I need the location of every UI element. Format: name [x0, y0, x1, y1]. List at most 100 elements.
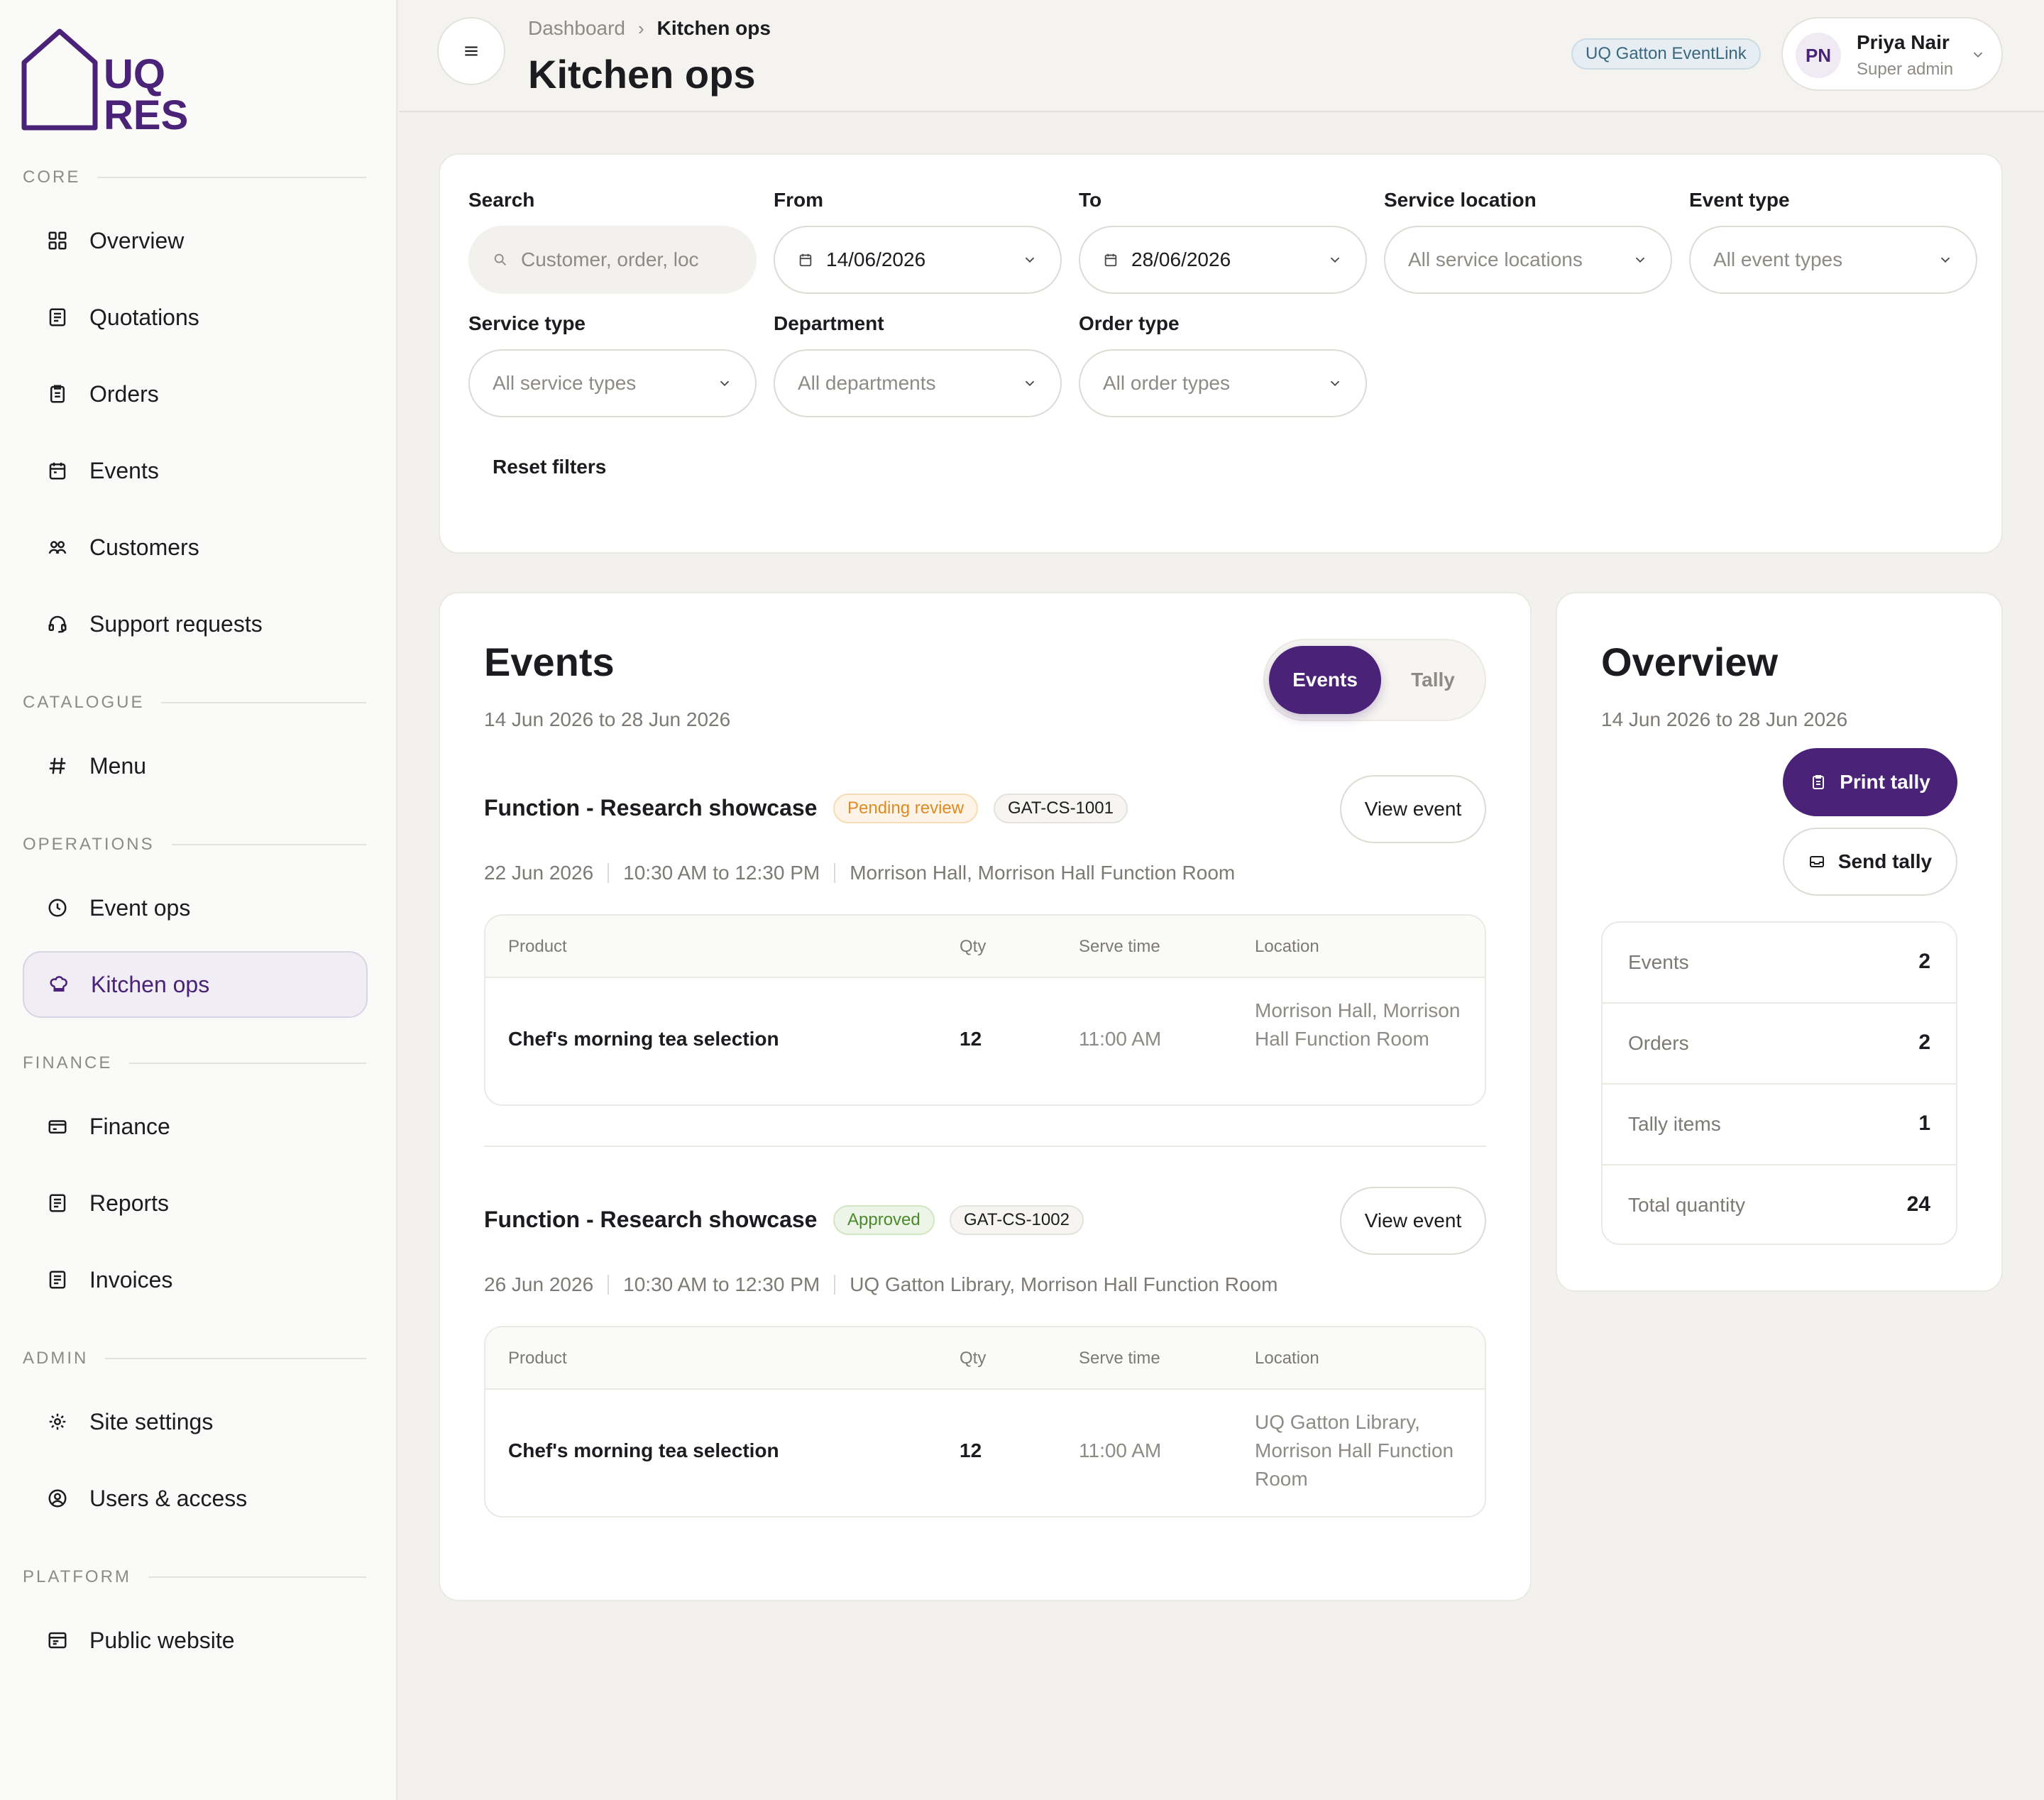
th-product: Product: [508, 1349, 567, 1368]
hamburger-icon: [465, 46, 478, 56]
overview-title: Overview: [1601, 640, 1779, 684]
event-date: 22 Jun 2026: [484, 862, 594, 884]
service-type-label: Service type: [468, 312, 586, 334]
page-title: Kitchen ops: [528, 52, 756, 97]
events-panel: Events 14 Jun 2026 to 28 Jun 2026 Events…: [439, 592, 1532, 1601]
grid-icon: [47, 230, 68, 251]
sidebar: UQ RES CORE Overview Quotations Orders E…: [0, 0, 397, 1800]
department-label: Department: [774, 312, 884, 334]
section-admin: ADMIN: [23, 1344, 366, 1373]
sidebar-item-customers[interactable]: Customers: [23, 514, 368, 581]
view-event-button[interactable]: View event: [1340, 1187, 1486, 1255]
chevron-right-icon: ›: [637, 17, 644, 39]
sidebar-item-menu[interactable]: Menu: [23, 732, 368, 799]
stat-value: 24: [1906, 1192, 1930, 1216]
user-menu[interactable]: PN Priya Nair Super admin: [1781, 17, 2003, 91]
search-icon: [494, 253, 506, 265]
sidebar-item-finance[interactable]: Finance: [23, 1093, 368, 1160]
sidebar-item-label: Orders: [89, 380, 159, 407]
event-items-table: Product Qty Serve time Location Chef's m…: [484, 1326, 1486, 1518]
top-header: Dashboard › Kitchen ops Kitchen ops UQ G…: [399, 0, 2044, 112]
sidebar-item-events[interactable]: Events: [23, 437, 368, 504]
from-date-picker[interactable]: 14/06/2026: [774, 226, 1062, 294]
tenant-badge: UQ Gatton EventLink: [1571, 38, 1761, 70]
user-role: Super admin: [1857, 60, 1954, 79]
cell-product: Chef's morning tea selection: [508, 1028, 779, 1050]
breadcrumb-dashboard[interactable]: Dashboard: [528, 17, 625, 40]
stat-value: 1: [1918, 1112, 1930, 1135]
event-venue: Morrison Hall, Morrison Hall Function Ro…: [850, 862, 1236, 884]
cell-location: UQ Gatton Library, Morrison Hall Functio…: [1255, 1411, 1454, 1490]
search-input[interactable]: Customer, order, loc: [468, 226, 757, 294]
inbox-icon: [1809, 856, 1824, 867]
print-tally-label: Print tally: [1840, 771, 1930, 793]
status-badge: Approved: [833, 1205, 935, 1235]
section-finance: FINANCE: [23, 1049, 366, 1077]
th-qty: Qty: [960, 1349, 987, 1368]
to-date-picker[interactable]: 28/06/2026: [1079, 226, 1367, 294]
calendar-icon: [47, 460, 68, 481]
app-frame: UQ RES CORE Overview Quotations Orders E…: [0, 0, 2044, 1800]
sidebar-item-reports[interactable]: Reports: [23, 1170, 368, 1236]
event-divider: [484, 1146, 1486, 1147]
sidebar-item-overview[interactable]: Overview: [23, 207, 368, 274]
sidebar-item-orders[interactable]: Orders: [23, 361, 368, 427]
department-select[interactable]: All departments: [774, 349, 1062, 417]
chevron-down-icon: [1330, 380, 1340, 387]
service-location-select[interactable]: All service locations: [1384, 226, 1672, 294]
stat-row: Total quantity 24: [1603, 1165, 1956, 1244]
view-toggle: Events Tally: [1263, 639, 1486, 721]
status-badge: Pending review: [833, 794, 979, 823]
to-value: 28/06/2026: [1131, 248, 1231, 270]
th-product: Product: [508, 937, 567, 956]
breadcrumb-current: Kitchen ops: [656, 17, 771, 39]
sidebar-item-label: Quotations: [89, 304, 199, 330]
from-label: From: [774, 189, 823, 211]
sidebar-item-label: Customers: [89, 534, 199, 560]
card-icon: [47, 1116, 68, 1137]
stat-row: Tally items 1: [1603, 1085, 1956, 1165]
sidebar-item-quotations[interactable]: Quotations: [23, 284, 368, 351]
section-label: PLATFORM: [23, 1567, 131, 1586]
chevron-down-icon: [720, 380, 730, 387]
event-title: Function - Research showcase: [484, 1207, 818, 1232]
sidebar-item-support-requests[interactable]: Support requests: [23, 591, 368, 657]
sidebar-item-label: Menu: [89, 752, 147, 779]
sidebar-item-users-access[interactable]: Users & access: [23, 1465, 368, 1532]
sidebar-item-event-ops[interactable]: Event ops: [23, 874, 368, 941]
order-type-select[interactable]: All order types: [1079, 349, 1367, 417]
event-type-label: Event type: [1689, 189, 1790, 211]
table-header: Product Qty Serve time Location: [485, 1327, 1485, 1390]
document-icon: [47, 307, 68, 328]
toggle-tally[interactable]: Tally: [1385, 646, 1480, 714]
calendar-icon: [1104, 253, 1117, 267]
service-type-value: All service types: [493, 372, 637, 394]
sidebar-item-site-settings[interactable]: Site settings: [23, 1388, 368, 1455]
event-code-badge: GAT-CS-1002: [950, 1205, 1084, 1235]
sidebar-item-kitchen-ops[interactable]: Kitchen ops: [23, 951, 368, 1018]
brand-logo[interactable]: UQ RES: [21, 28, 199, 135]
overview-stats: Events 2 Orders 2 Tally items 1 Total qu…: [1601, 921, 1957, 1245]
clipboard-icon: [47, 383, 68, 405]
event-type-select[interactable]: All event types: [1689, 226, 1977, 294]
sidebar-item-invoices[interactable]: Invoices: [23, 1246, 368, 1313]
send-tally-label: Send tally: [1837, 850, 1933, 872]
event-venue: UQ Gatton Library, Morrison Hall Functio…: [850, 1273, 1278, 1295]
print-tally-button[interactable]: Print tally: [1783, 748, 1957, 816]
event-meta: 26 Jun 2026 10:30 AM to 12:30 PM UQ Gatt…: [484, 1273, 1278, 1296]
section-label: CATALOGUE: [23, 693, 145, 712]
sidebar-item-public-website[interactable]: Public website: [23, 1607, 368, 1674]
chevron-down-icon: [1330, 257, 1340, 263]
service-type-select[interactable]: All service types: [468, 349, 757, 417]
reset-filters-button[interactable]: Reset filters: [493, 456, 606, 478]
cell-location: Morrison Hall, Morrison Hall Function Ro…: [1255, 999, 1461, 1050]
hash-icon: [47, 755, 68, 776]
events-title: Events: [484, 640, 615, 684]
view-event-button[interactable]: View event: [1340, 775, 1486, 843]
section-label: ADMIN: [23, 1349, 89, 1368]
toggle-events[interactable]: Events: [1269, 646, 1381, 714]
events-range: 14 Jun 2026 to 28 Jun 2026: [484, 708, 731, 730]
send-tally-button[interactable]: Send tally: [1783, 828, 1957, 896]
sidebar-item-label: Users & access: [89, 1485, 248, 1511]
menu-toggle-button[interactable]: [437, 17, 505, 85]
